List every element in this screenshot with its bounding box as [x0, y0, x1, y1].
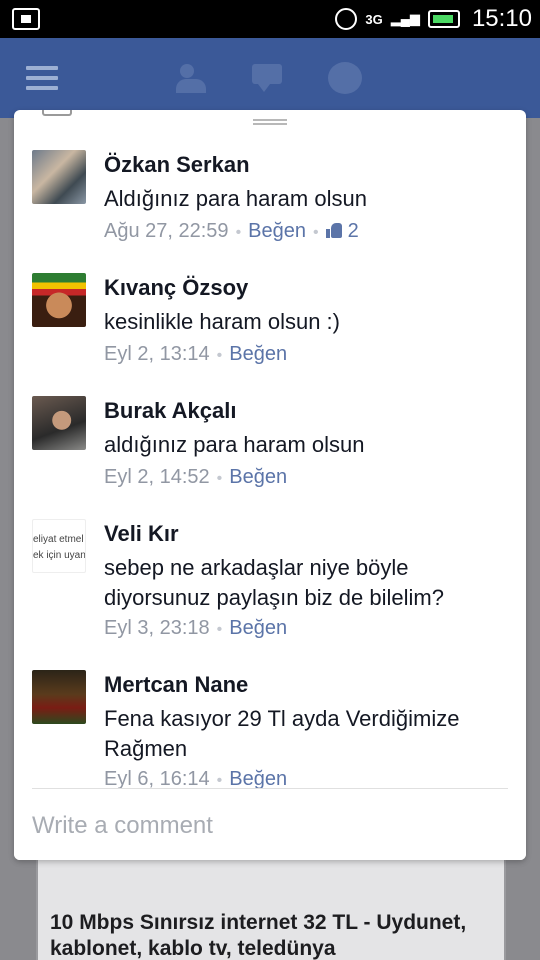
separator-dot: •	[313, 224, 319, 241]
comment-meta: Eyl 3, 23:18 • Beğen	[104, 617, 287, 640]
avatar-text-line: ek için uyan	[33, 550, 86, 561]
menu-icon[interactable]	[26, 66, 58, 90]
signal-icon: ▂▄▆	[390, 11, 420, 26]
avatar[interactable]: eliyat etmel ek için uyan	[32, 519, 86, 573]
like-button[interactable]: Beğen	[229, 466, 287, 488]
avatar-text-line: eliyat etmel	[33, 534, 84, 545]
like-count[interactable]: 2	[348, 220, 359, 242]
avatar[interactable]	[32, 273, 86, 327]
comment-meta: Eyl 2, 13:14 • Beğen	[104, 343, 287, 366]
like-button[interactable]: Beğen	[229, 617, 287, 639]
comment-text: kesinlikle haram olsun :)	[104, 309, 340, 334]
comment-meta: Ağu 27, 22:59 • Beğen • 2	[104, 220, 359, 243]
separator-dot: •	[216, 470, 223, 487]
comment-author[interactable]: Kıvanç Özsoy	[104, 275, 248, 301]
avatar[interactable]	[32, 670, 86, 724]
network-type: 3G	[365, 11, 383, 27]
thumbs-up-icon	[325, 223, 342, 238]
comment-item: Kıvanç Özsoy kesinlikle haram olsun :) E…	[14, 263, 526, 386]
background-post-title: 10 Mbps Sınırsız internet 32 TL - Uydune…	[50, 911, 467, 960]
comment-meta: Eyl 6, 16:14 • Beğen	[104, 768, 287, 788]
comment-composer	[14, 788, 526, 860]
comment-text: sebep ne arkadaşlar niye böyle diyorsunu…	[104, 555, 444, 610]
comment-input[interactable]	[32, 810, 502, 842]
comment-text: Aldığınız para haram olsun	[104, 186, 367, 211]
usb-debug-icon	[12, 8, 40, 30]
comment-timestamp: Eyl 6, 16:14	[104, 768, 210, 788]
separator-dot: •	[216, 347, 223, 364]
status-bar: 3G ▂▄▆ 15:10	[0, 0, 540, 38]
divider	[32, 788, 508, 789]
comment-author[interactable]: Özkan Serkan	[104, 152, 250, 178]
comment-text: aldığınız para haram olsun	[104, 432, 365, 457]
drag-handle[interactable]	[253, 119, 287, 127]
comment-timestamp: Eyl 2, 13:14	[104, 343, 210, 365]
comment-list[interactable]: Özkan Serkan Aldığınız para haram olsun …	[14, 140, 526, 788]
comment-timestamp: Eyl 3, 23:18	[104, 617, 210, 639]
app-bar	[0, 38, 540, 118]
battery-icon	[427, 10, 460, 28]
comment-item: Mertcan Nane Fena kasıyor 29 Tl ayda Ver…	[14, 660, 526, 788]
comment-item: eliyat etmel ek için uyan Veli Kır sebep…	[14, 509, 526, 660]
comment-meta: Eyl 2, 14:52 • Beğen	[104, 466, 287, 489]
friends-icon[interactable]	[176, 62, 210, 94]
comment-item: Burak Akçalı aldığınız para haram olsun …	[14, 386, 526, 509]
status-indicators: 3G ▂▄▆ 15:10	[335, 4, 532, 34]
comment-timestamp: Ağu 27, 22:59	[104, 220, 229, 242]
messages-icon[interactable]	[252, 62, 286, 94]
globe-icon[interactable]	[328, 62, 362, 94]
alarm-icon	[335, 8, 358, 30]
like-button[interactable]: Beğen	[229, 343, 287, 365]
comment-author[interactable]: Mertcan Nane	[104, 672, 248, 698]
comment-author[interactable]: Veli Kır	[104, 521, 179, 547]
comment-item: Özkan Serkan Aldığınız para haram olsun …	[14, 140, 526, 263]
comment-author[interactable]: Burak Akçalı	[104, 398, 236, 424]
avatar[interactable]	[32, 396, 86, 450]
comment-timestamp: Eyl 2, 14:52	[104, 466, 210, 488]
separator-dot: •	[235, 224, 242, 241]
comment-text: Fena kasıyor 29 Tl ayda Verdiğimize Rağm…	[104, 706, 460, 761]
separator-dot: •	[216, 621, 223, 638]
clock: 15:10	[471, 5, 532, 32]
separator-dot: •	[216, 772, 223, 788]
avatar[interactable]	[32, 150, 86, 204]
like-button[interactable]: Beğen	[248, 220, 306, 242]
comments-dialog: Özkan Serkan Aldığınız para haram olsun …	[14, 110, 526, 860]
like-button[interactable]: Beğen	[229, 768, 287, 788]
like-summary-icon	[42, 110, 72, 116]
